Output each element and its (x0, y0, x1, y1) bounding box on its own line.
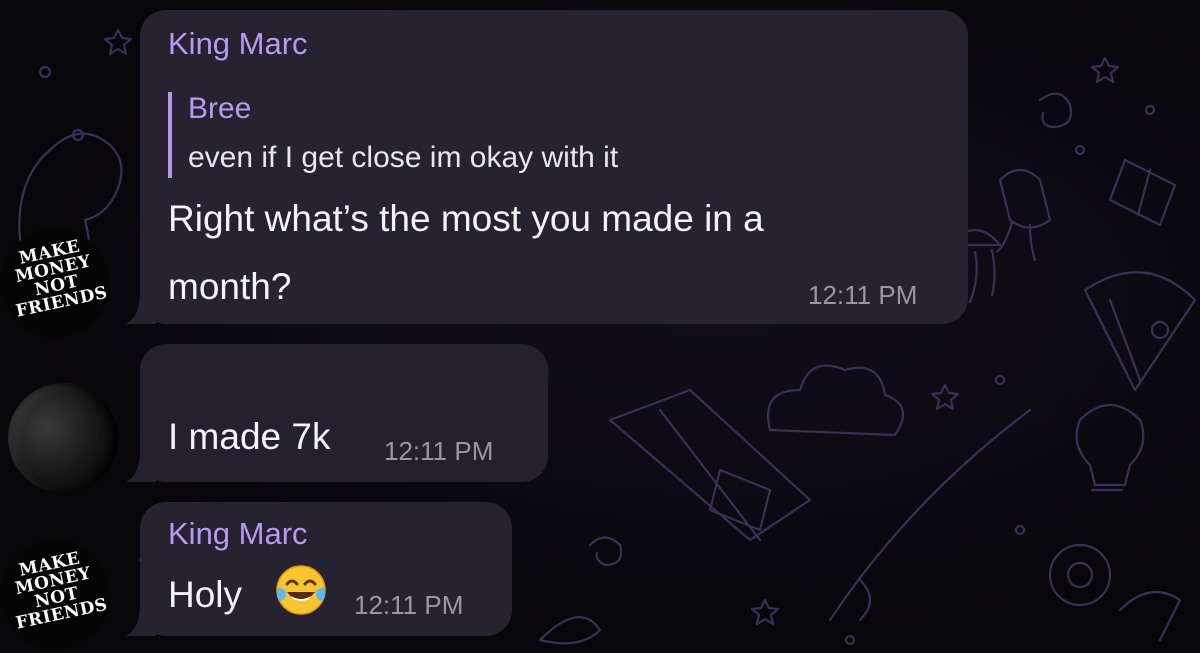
message-timestamp: 12:11 PM (354, 590, 464, 620)
boat-doodle (608, 388, 812, 542)
spiral-doodle (1038, 92, 1073, 129)
eight-ball-doodle (1048, 543, 1112, 607)
bubble-tail-3 (126, 606, 156, 636)
dot-doodle-3 (1074, 144, 1086, 156)
bubble-tail-2 (126, 452, 156, 482)
message-bubble-2[interactable]: I made 7k 12:11 PM (140, 344, 548, 482)
star-doodle-4 (750, 598, 780, 626)
message-text-line-2: month? (168, 266, 292, 307)
message-bubble-1[interactable]: King Marc Bree even if I get close im ok… (140, 10, 968, 324)
fishing-rod-doodle (828, 408, 1032, 622)
cup-doodle (708, 468, 772, 532)
eight-ball-center-doodle (1066, 561, 1094, 589)
feather-doodle (538, 616, 602, 645)
star-doodle-3 (930, 383, 960, 411)
reply-author: Bree (188, 92, 252, 125)
dot-doodle-6 (844, 634, 856, 646)
dot-doodle (38, 65, 52, 79)
dot-doodle-2 (1144, 104, 1156, 116)
avatar-king-marc-2[interactable]: MAKE MONEY NOT FRIENDS (0, 540, 110, 650)
pizza-doodle (1083, 271, 1197, 392)
lightbulb-doodle (1075, 404, 1145, 492)
message-text-line-1: Right what’s the most you made in a (168, 198, 764, 239)
spiral-doodle-2 (588, 536, 623, 567)
star-doodle-2 (1090, 56, 1120, 84)
message-timestamp: 12:11 PM (808, 280, 918, 310)
message-timestamp: 12:11 PM (384, 436, 494, 466)
dot-doodle-5 (1014, 524, 1026, 536)
rocket-doodle (1118, 590, 1182, 642)
avatar-logo-text: MAKE MONEY NOT FRIENDS (13, 236, 110, 322)
bubble-tail-1 (126, 294, 156, 324)
message-text: I made 7k (168, 416, 331, 457)
reply-text: even if I get close im okay with it (188, 141, 619, 174)
chat-view: MAKE MONEY NOT FRIENDS King Marc Bree ev… (0, 0, 1200, 653)
face-with-tears-of-joy-icon (276, 565, 326, 615)
avatar-bree[interactable] (8, 383, 118, 493)
gift-doodle (1108, 158, 1177, 227)
pizza-topping-doodle (1150, 320, 1170, 340)
cloud-doodle (766, 364, 905, 437)
sender-name[interactable]: King Marc (168, 26, 308, 62)
message-text: Holy (168, 574, 243, 615)
reply-quote[interactable]: Bree even if I get close im okay with it (168, 92, 618, 178)
dot-doodle-4 (994, 374, 1006, 386)
sender-name[interactable]: King Marc (168, 516, 308, 552)
avatar-king-marc[interactable]: MAKE MONEY NOT FRIENDS (0, 228, 110, 338)
squid-doodle (995, 168, 1052, 262)
avatar-logo-text: MAKE MONEY NOT FRIENDS (13, 548, 110, 634)
star-doodle (103, 28, 133, 56)
